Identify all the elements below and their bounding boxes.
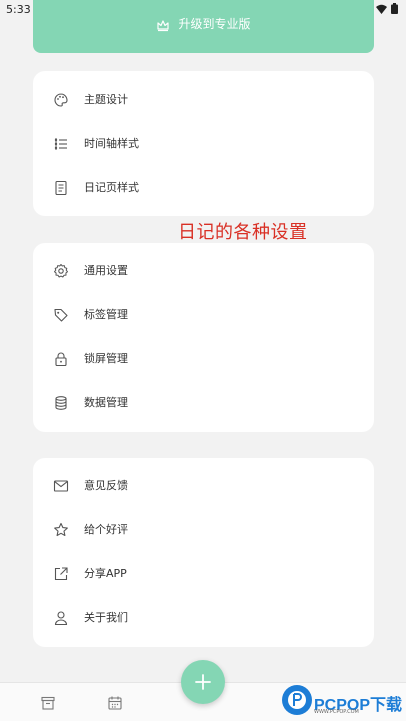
wifi-icon bbox=[376, 4, 387, 14]
general-settings-card: 通用设置 标签管理 锁屏管理 数据管理 bbox=[33, 243, 374, 432]
add-entry-button[interactable] bbox=[181, 660, 225, 704]
menu-item-label: 给个好评 bbox=[84, 523, 128, 536]
menu-item-label: 分享APP bbox=[84, 567, 127, 580]
gear-icon bbox=[54, 264, 68, 278]
logo-p-icon bbox=[288, 691, 306, 709]
menu-item-label: 意见反馈 bbox=[84, 479, 128, 492]
menu-item-data-management[interactable]: 数据管理 bbox=[33, 387, 374, 419]
upgrade-pro-label: 升级到专业版 bbox=[178, 17, 251, 31]
menu-item-lock-screen[interactable]: 锁屏管理 bbox=[33, 343, 374, 375]
menu-item-diary-page-style[interactable]: 日记页样式 bbox=[33, 172, 374, 204]
menu-item-label: 标签管理 bbox=[84, 308, 128, 321]
menu-item-label: 数据管理 bbox=[84, 396, 128, 409]
menu-item-theme-design[interactable]: 主题设计 bbox=[33, 84, 374, 116]
menu-item-timeline-style[interactable]: 时间轴样式 bbox=[33, 128, 374, 160]
lock-icon bbox=[55, 352, 67, 367]
watermark-url: WWW.PCPOP.COM bbox=[314, 709, 359, 715]
palette-icon bbox=[54, 93, 68, 107]
timeline-list-icon bbox=[54, 138, 67, 150]
watermark-logo-mark bbox=[282, 685, 312, 715]
page-icon bbox=[55, 180, 67, 196]
menu-item-rate-app[interactable]: 给个好评 bbox=[33, 514, 374, 546]
menu-item-label: 通用设置 bbox=[84, 264, 128, 277]
watermark-logo: PCPOP下载 WWW.PCPOP.COM bbox=[282, 685, 404, 717]
share-icon bbox=[54, 567, 68, 581]
person-icon bbox=[54, 611, 68, 626]
annotation-caption: 日记的各种设置 bbox=[178, 222, 308, 243]
appearance-settings-card: 主题设计 时间轴样式 日记页样式 bbox=[33, 71, 374, 216]
about-card: 意见反馈 给个好评 分享APP 关于我们 bbox=[33, 458, 374, 647]
menu-item-general-settings[interactable]: 通用设置 bbox=[33, 255, 374, 287]
plus-icon bbox=[195, 674, 211, 690]
status-time: 5:33 bbox=[6, 3, 31, 16]
archive-icon[interactable] bbox=[40, 695, 56, 711]
crown-icon bbox=[157, 19, 170, 31]
upgrade-pro-button[interactable]: 升级到专业版 bbox=[33, 0, 374, 53]
menu-item-feedback[interactable]: 意见反馈 bbox=[33, 470, 374, 502]
calendar-icon[interactable] bbox=[107, 695, 123, 711]
menu-item-about-us[interactable]: 关于我们 bbox=[33, 602, 374, 634]
mail-icon bbox=[53, 480, 69, 492]
menu-item-label: 时间轴样式 bbox=[84, 137, 139, 150]
star-icon bbox=[54, 522, 68, 537]
tag-icon bbox=[54, 308, 68, 322]
menu-item-label: 关于我们 bbox=[84, 611, 128, 624]
battery-icon bbox=[391, 3, 398, 14]
menu-item-tag-management[interactable]: 标签管理 bbox=[33, 299, 374, 331]
menu-item-share-app[interactable]: 分享APP bbox=[33, 558, 374, 590]
database-icon bbox=[55, 396, 67, 410]
menu-item-label: 锁屏管理 bbox=[84, 352, 128, 365]
menu-item-label: 主题设计 bbox=[84, 93, 128, 106]
status-icons bbox=[376, 3, 398, 14]
menu-item-label: 日记页样式 bbox=[84, 181, 139, 194]
